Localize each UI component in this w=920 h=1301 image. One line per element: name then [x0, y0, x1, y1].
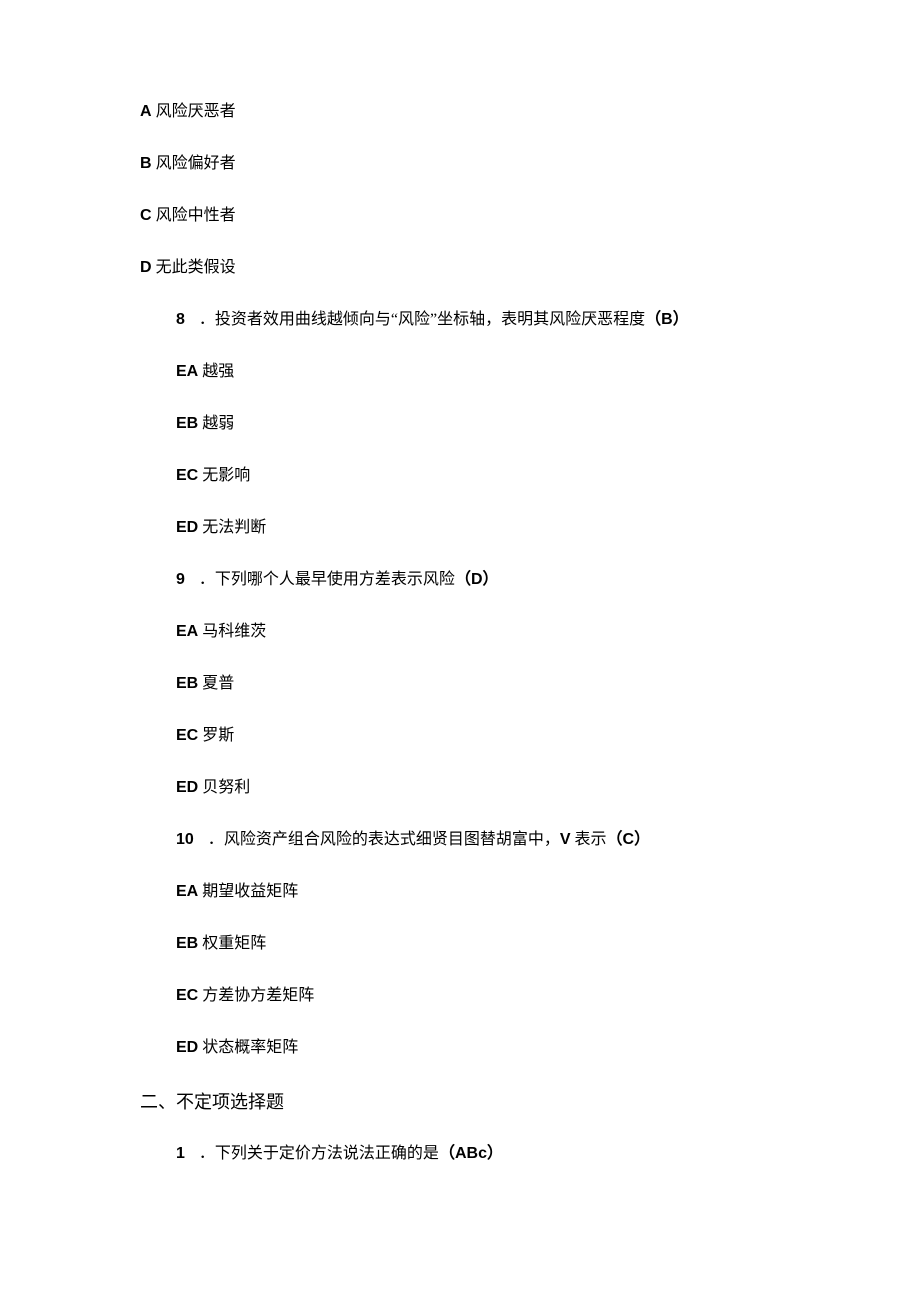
answer-letters: ABc — [455, 1145, 487, 1162]
q7-option-a: A 风险厌恶者 — [140, 100, 780, 124]
q10-option-d: ED 状态概率矩阵 — [140, 1036, 780, 1060]
q8-option-b: EB 越弱 — [140, 412, 780, 436]
q10-option-b: EB 权重矩阵 — [140, 932, 780, 956]
option-prefix: ED — [176, 779, 198, 796]
q9-option-a: EA 马科维茨 — [140, 620, 780, 644]
q8-option-a: EA 越强 — [140, 360, 780, 384]
question-dot: ． — [199, 311, 215, 328]
q8-option-c: EC 无影响 — [140, 464, 780, 488]
question-text-part2: 表示 — [571, 831, 607, 848]
answer-letter: C — [623, 831, 635, 848]
answer-letter: B — [661, 311, 673, 328]
answer-open: （ — [607, 831, 623, 848]
option-prefix: EC — [176, 467, 198, 484]
q9-option-d: ED 贝努利 — [140, 776, 780, 800]
answer-close: ） — [634, 831, 650, 848]
option-text: 无法判断 — [198, 519, 266, 536]
option-text: 风险厌恶者 — [152, 103, 236, 120]
option-text: 越强 — [198, 363, 234, 380]
question-dot: ． — [208, 831, 224, 848]
option-letter: B — [140, 155, 152, 172]
answer-close: ） — [487, 1145, 503, 1162]
document-page: A 风险厌恶者 B 风险偏好者 C 风险中性者 D 无此类假设 8．投资者效用曲… — [0, 0, 920, 1301]
question-text: 下列哪个人最早使用方差表示风险 — [215, 571, 455, 588]
question-number: 9 — [176, 571, 185, 588]
option-prefix: EC — [176, 727, 198, 744]
question-number: 8 — [176, 311, 185, 328]
q7-option-d: D 无此类假设 — [140, 256, 780, 280]
question-text: 下列关于定价方法说法正确的是 — [215, 1145, 439, 1162]
section-2-heading: 二、不定项选择题 — [140, 1088, 780, 1114]
answer-close: ） — [673, 311, 689, 328]
option-text: 无影响 — [198, 467, 250, 484]
variable-v: V — [560, 831, 571, 848]
question-dot: ． — [199, 1145, 215, 1162]
question-number: 10 — [176, 831, 194, 848]
option-prefix: EA — [176, 883, 198, 900]
option-text: 权重矩阵 — [198, 935, 266, 952]
option-text: 期望收益矩阵 — [198, 883, 298, 900]
option-prefix: EB — [176, 415, 198, 432]
option-letter: C — [140, 207, 152, 224]
option-prefix: EC — [176, 987, 198, 1004]
question-dot: ． — [199, 571, 215, 588]
option-text: 方差协方差矩阵 — [198, 987, 314, 1004]
s2-q1-stem: 1 ．下列关于定价方法说法正确的是（ABc） — [140, 1142, 780, 1166]
option-prefix: EB — [176, 675, 198, 692]
option-prefix: EB — [176, 935, 198, 952]
q8-option-d: ED 无法判断 — [140, 516, 780, 540]
question-number: 1 — [176, 1145, 185, 1162]
option-text: 风险中性者 — [152, 207, 236, 224]
option-text: 无此类假设 — [152, 259, 236, 276]
option-prefix: ED — [176, 1039, 198, 1056]
question-text-part1: 风险资产组合风险的表达式细贤目图替胡富中， — [224, 831, 560, 848]
q9-option-c: EC 罗斯 — [140, 724, 780, 748]
option-text: 风险偏好者 — [152, 155, 236, 172]
q9-option-b: EB 夏普 — [140, 672, 780, 696]
option-text: 罗斯 — [198, 727, 234, 744]
option-letter: D — [140, 259, 152, 276]
option-letter: A — [140, 103, 152, 120]
q10-stem: 10 ．风险资产组合风险的表达式细贤目图替胡富中，V 表示（C） — [140, 828, 780, 852]
answer-open: （ — [645, 311, 661, 328]
option-prefix: EA — [176, 363, 198, 380]
option-text: 马科维茨 — [198, 623, 266, 640]
answer-open: （ — [455, 571, 471, 588]
question-text: 投资者效用曲线越倾向与“风险”坐标轴，表明其风险厌恶程度 — [215, 311, 645, 328]
answer-letter: D — [471, 571, 483, 588]
option-text: 贝努利 — [198, 779, 250, 796]
option-text: 夏普 — [198, 675, 234, 692]
option-text: 状态概率矩阵 — [198, 1039, 298, 1056]
option-text: 越弱 — [198, 415, 234, 432]
q8-stem: 8 ．投资者效用曲线越倾向与“风险”坐标轴，表明其风险厌恶程度（B） — [140, 308, 780, 332]
answer-close: ） — [483, 571, 499, 588]
q7-option-c: C 风险中性者 — [140, 204, 780, 228]
q9-stem: 9 ．下列哪个人最早使用方差表示风险（D） — [140, 568, 780, 592]
q10-option-a: EA 期望收益矩阵 — [140, 880, 780, 904]
q10-option-c: EC 方差协方差矩阵 — [140, 984, 780, 1008]
q7-option-b: B 风险偏好者 — [140, 152, 780, 176]
answer-open: （ — [439, 1145, 455, 1162]
option-prefix: EA — [176, 623, 198, 640]
option-prefix: ED — [176, 519, 198, 536]
